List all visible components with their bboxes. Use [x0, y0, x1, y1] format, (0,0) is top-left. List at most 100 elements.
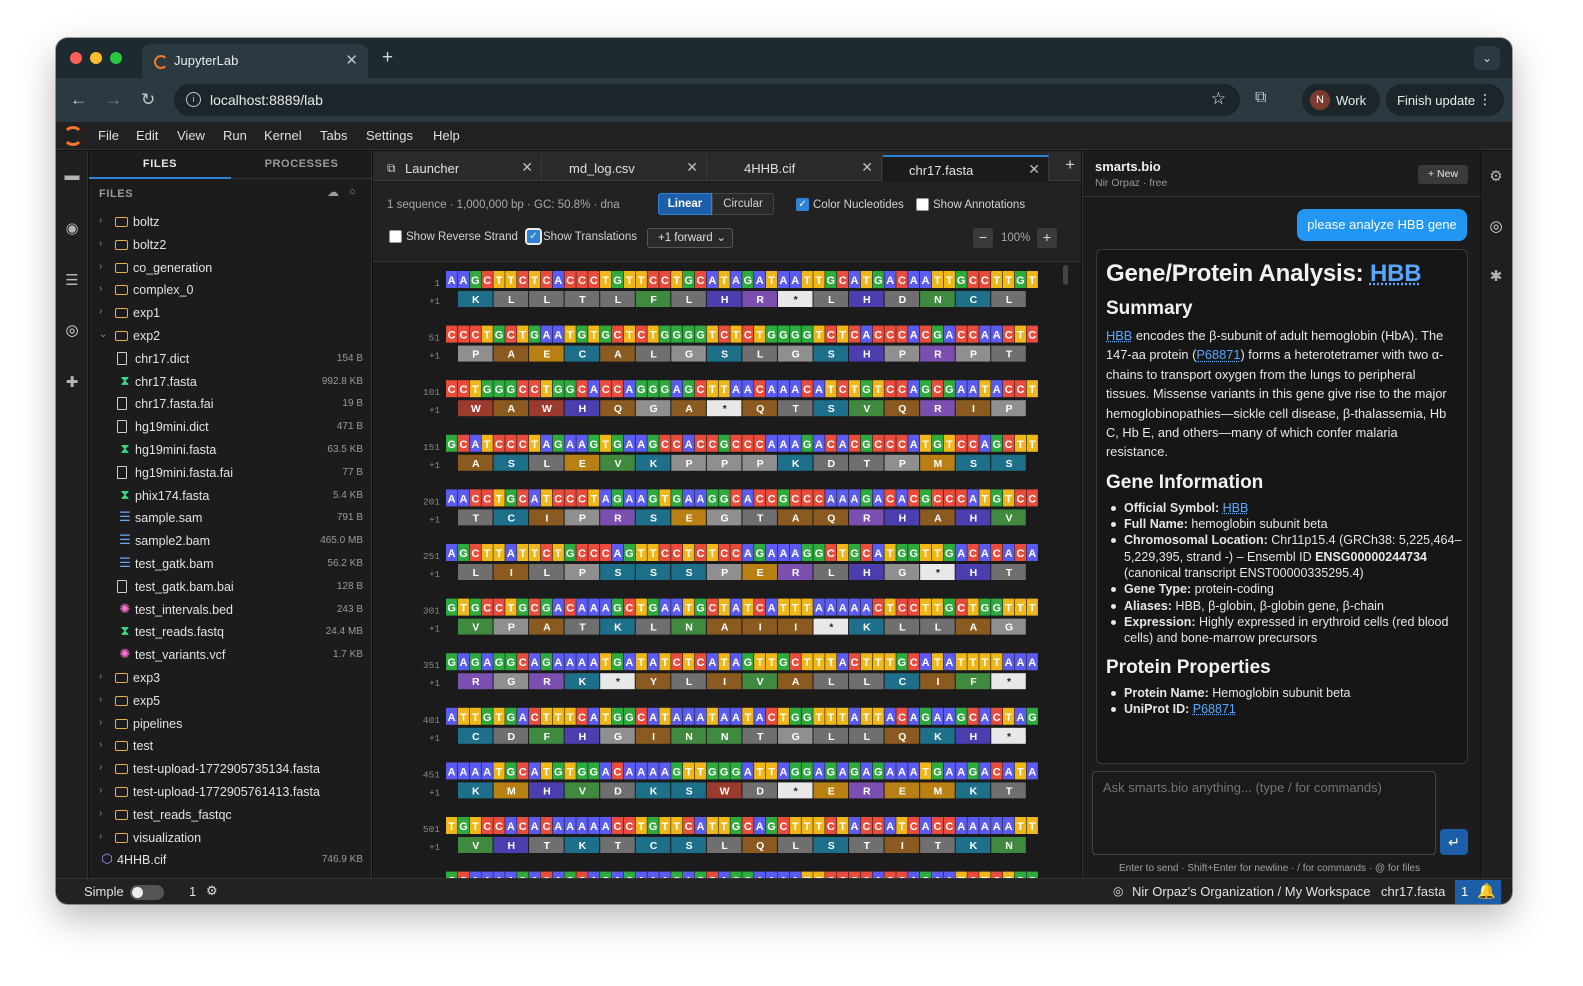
folder-item[interactable]: › boltz2: [89, 234, 372, 256]
menu-edit[interactable]: Edit: [136, 128, 158, 143]
menu-settings[interactable]: Settings: [366, 128, 413, 143]
sequence-viewer[interactable]: 1AAGCTTCTCACCCTGTTCCTGCATAGATAATTGCATGAC…: [373, 263, 1081, 878]
reading-frame-select[interactable]: +1 forward ⌄: [647, 228, 733, 248]
tab-4hhb-cif[interactable]: 4HHB.cif ✕: [708, 155, 882, 181]
chevron-right-icon[interactable]: ›: [99, 785, 102, 796]
folder-item[interactable]: › test: [89, 735, 372, 757]
folder-item[interactable]: › co_generation: [89, 257, 372, 279]
new-tab-button[interactable]: +: [382, 47, 393, 69]
send-button[interactable]: ↵: [1440, 829, 1468, 855]
site-info-icon[interactable]: i: [186, 92, 201, 107]
close-window-button[interactable]: [70, 52, 82, 64]
chevron-right-icon[interactable]: ›: [99, 261, 102, 272]
chat-input[interactable]: [1092, 771, 1436, 855]
file-item[interactable]: ☰ sample2.bam 465.0 MB: [89, 530, 372, 552]
file-item[interactable]: ⧗ phix174.fasta 5.4 KB: [89, 485, 372, 507]
tab-launcher[interactable]: ⧉ Launcher ✕: [379, 155, 542, 181]
circular-view-button[interactable]: Circular: [712, 193, 774, 215]
linear-view-button[interactable]: Linear: [658, 193, 712, 215]
browser-tab[interactable]: JupyterLab ✕: [142, 44, 368, 78]
file-item[interactable]: ✺ test_variants.vcf 1.7 KB: [89, 644, 372, 666]
chat-icon[interactable]: ◎: [62, 321, 82, 341]
workspace-label[interactable]: Nir Orpaz's Organization / My Workspace: [1132, 884, 1370, 899]
show-translations-checkbox[interactable]: ✓: [525, 228, 542, 245]
kernel-gear-icon[interactable]: ⚙: [206, 883, 218, 899]
chevron-right-icon[interactable]: ›: [99, 283, 102, 294]
folder-item[interactable]: › test-upload-1772905735134.fasta: [89, 758, 372, 780]
tab-md-log-csv[interactable]: md_log.csv ✕: [543, 155, 707, 181]
chevron-right-icon[interactable]: ›: [99, 306, 102, 317]
file-item[interactable]: ⧗ chr17.fasta 992.8 KB: [89, 371, 372, 393]
chevron-right-icon[interactable]: ›: [99, 215, 102, 226]
close-tab-icon[interactable]: ✕: [686, 159, 698, 176]
minimize-window-button[interactable]: [90, 52, 102, 64]
upload-icon[interactable]: ☁: [327, 185, 339, 199]
profile-button[interactable]: N Work: [1302, 84, 1380, 116]
file-item[interactable]: ☰ sample.sam 791 B: [89, 507, 372, 529]
color-nucleotides-checkbox[interactable]: ✓: [796, 198, 809, 211]
extensions-icon[interactable]: ⧉: [1255, 89, 1275, 109]
table-of-contents-icon[interactable]: ☰: [62, 271, 82, 291]
chevron-down-icon[interactable]: ⌄: [99, 329, 107, 340]
notifications-button[interactable]: 1 🔔: [1455, 880, 1501, 904]
file-item[interactable]: ☰ test_gatk.bam 56.2 KB: [89, 553, 372, 575]
extension-puzzle-icon[interactable]: ✚: [62, 373, 82, 393]
folder-item[interactable]: ⌄ exp2: [89, 325, 372, 347]
refresh-icon[interactable]: ○: [349, 186, 356, 198]
simple-mode-toggle[interactable]: [130, 885, 164, 900]
forward-button[interactable]: →: [105, 90, 122, 110]
new-chat-button[interactable]: + New: [1418, 165, 1468, 184]
chat-icon[interactable]: ◎: [1486, 217, 1506, 237]
menu-kernel[interactable]: Kernel: [264, 128, 302, 143]
show-annotations-checkbox[interactable]: [916, 198, 929, 211]
folder-item[interactable]: › test-upload-1772905761413.fasta: [89, 781, 372, 803]
reload-button[interactable]: ↻: [141, 90, 155, 110]
menu-tabs[interactable]: Tabs: [320, 128, 347, 143]
maximize-window-button[interactable]: [110, 52, 122, 64]
menu-file[interactable]: File: [98, 128, 119, 143]
chevron-right-icon[interactable]: ›: [99, 739, 102, 750]
uniprot-link[interactable]: P68871: [1196, 347, 1240, 362]
file-item[interactable]: test_gatk.bam.bai 128 B: [89, 576, 372, 598]
close-tab-icon[interactable]: ✕: [1028, 161, 1040, 178]
finish-update-button[interactable]: Finish update ⋮: [1386, 84, 1504, 116]
folder-item[interactable]: › complex_0: [89, 279, 372, 301]
folder-item[interactable]: › visualization: [89, 827, 372, 849]
close-tab-icon[interactable]: ✕: [521, 159, 533, 176]
file-item[interactable]: chr17.fasta.fai 19 B: [89, 393, 372, 415]
scrollbar-thumb[interactable]: [1063, 265, 1068, 285]
chevron-right-icon[interactable]: ›: [99, 694, 102, 705]
running-stop-icon[interactable]: ◉: [62, 219, 82, 239]
zoom-out-button[interactable]: −: [973, 228, 993, 248]
tab-processes[interactable]: PROCESSES: [231, 151, 372, 179]
folder-item[interactable]: › boltz: [89, 211, 372, 233]
debugger-icon[interactable]: ✱: [1486, 267, 1506, 287]
symbol-link[interactable]: HBB: [1223, 501, 1249, 515]
folder-icon[interactable]: ▬: [62, 167, 82, 187]
folder-item[interactable]: › exp1: [89, 302, 372, 324]
file-item[interactable]: ⬡ 4HHB.cif 746.9 KB: [89, 849, 372, 871]
add-tab-icon[interactable]: +: [1065, 155, 1075, 175]
menu-run[interactable]: Run: [223, 128, 247, 143]
file-item[interactable]: hg19mini.dict 471 B: [89, 416, 372, 438]
folder-item[interactable]: › test_reads_fastqc: [89, 804, 372, 826]
file-item[interactable]: hg19mini.fasta.fai 77 B: [89, 462, 372, 484]
tab-files[interactable]: FILES: [89, 151, 231, 179]
chevron-right-icon[interactable]: ›: [99, 831, 102, 842]
property-inspector-icon[interactable]: ⚙: [1486, 167, 1506, 187]
tab-search-button[interactable]: ⌄: [1474, 46, 1500, 70]
chevron-right-icon[interactable]: ›: [99, 238, 102, 249]
menu-help[interactable]: Help: [433, 128, 460, 143]
folder-item[interactable]: › pipelines: [89, 713, 372, 735]
bookmark-star-icon[interactable]: ☆: [1211, 89, 1226, 109]
file-item[interactable]: chr17.dict 154 B: [89, 348, 372, 370]
close-tab-icon[interactable]: ✕: [861, 159, 873, 176]
zoom-in-button[interactable]: +: [1037, 228, 1057, 248]
uniprot-link[interactable]: P68871: [1193, 702, 1236, 716]
gene-link[interactable]: HBB: [1106, 328, 1132, 343]
file-item[interactable]: ✺ test_intervals.bed 243 B: [89, 599, 372, 621]
back-button[interactable]: ←: [70, 90, 87, 110]
chevron-right-icon[interactable]: ›: [99, 808, 102, 819]
folder-item[interactable]: › exp5: [89, 690, 372, 712]
address-bar[interactable]: i localhost:8889/lab ☆: [174, 84, 1240, 116]
